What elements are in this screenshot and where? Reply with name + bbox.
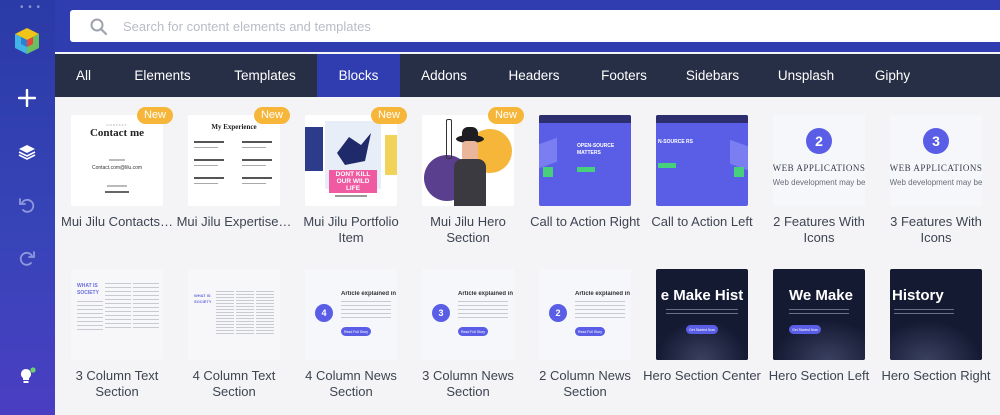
undo-button[interactable] <box>12 190 42 220</box>
thumb-heading: WEB APPLICATIONS <box>890 163 982 173</box>
thumb-heading: History <box>892 287 944 304</box>
tab-elements[interactable]: Elements <box>112 54 213 97</box>
block-title: Call to Action Right <box>530 214 640 229</box>
feature-number: 2 <box>806 128 832 154</box>
block-title: Mui Jilu Hero Section <box>430 214 506 245</box>
block-title: 2 Features With Icons <box>773 214 865 245</box>
block-title: 4 Column Text Section <box>192 368 276 399</box>
drag-grip-icon[interactable]: • • • <box>20 3 41 13</box>
block-title: Hero Section Right <box>881 368 991 383</box>
redo-button[interactable] <box>12 243 42 273</box>
block-thumbnail: N-SOURCE RS <box>656 115 748 206</box>
tab-giphy[interactable]: Giphy <box>855 54 930 97</box>
block-thumbnail <box>422 115 514 206</box>
block-thumbnail: WHAT IS SOCIETY <box>188 269 280 360</box>
tab-templates[interactable]: Templates <box>213 54 317 97</box>
feature-number: 3 <box>923 128 949 154</box>
thumb-heading: Article explained in <box>575 291 631 297</box>
thumb-sub: Web development may be <box>773 178 865 187</box>
layers-button[interactable] <box>12 137 42 167</box>
block-thumbnail: 2 WEB APPLICATIONS Web development may b… <box>773 115 865 206</box>
left-sidebar: • • • <box>0 0 55 415</box>
new-badge: New <box>370 107 407 124</box>
news-number: 2 <box>549 304 567 322</box>
block-thumbnail: OPEN-SOURCE MATTERS <box>539 115 631 206</box>
tab-all[interactable]: All <box>55 54 112 97</box>
thumb-overlay-text: DONT KILL OUR WILD LIFE <box>329 170 377 193</box>
blocks-grid: CONTACT Contact me Contact.com@lilu.com … <box>55 97 1000 415</box>
block-title: 3 Column Text Section <box>75 368 159 399</box>
thumb-button: Read Full Story <box>458 327 488 336</box>
block-title: 2 Column News Section <box>539 368 631 399</box>
thumb-heading: N-SOURCE RS <box>658 139 694 145</box>
thumb-heading: Contact me <box>89 127 145 139</box>
block-thumbnail: We Make Get Started Now <box>773 269 865 360</box>
app-logo-icon <box>15 28 39 54</box>
thumb-button: Get Started Now <box>789 325 821 334</box>
search-box[interactable] <box>70 10 1000 42</box>
thumb-heading: We Make <box>789 287 853 304</box>
redo-icon <box>19 251 35 266</box>
block-thumbnail: DONT KILL OUR WILD LIFE <box>305 115 397 206</box>
block-title: Hero Section Left <box>768 368 870 383</box>
thumb-button: Get Started Now <box>686 325 718 334</box>
block-title: Call to Action Left <box>651 214 753 229</box>
tab-headers[interactable]: Headers <box>488 54 580 97</box>
block-thumbnail: 4 Article explained in Read Full Story <box>305 269 397 360</box>
tab-sidebars[interactable]: Sidebars <box>668 54 757 97</box>
tab-blocks[interactable]: Blocks <box>317 54 400 97</box>
block-title: Mui Jilu Portfolio Item <box>303 214 399 245</box>
search-input[interactable] <box>123 18 883 34</box>
thumb-heading: WHAT IS SOCIETY <box>194 293 212 304</box>
category-tabs: All Elements Templates Blocks Addons Hea… <box>55 54 1000 97</box>
tab-footers[interactable]: Footers <box>580 54 668 97</box>
search-icon <box>90 18 107 35</box>
editor-add-element-panel: • • • All Elements Templa <box>0 0 1000 415</box>
thumb-heading: e Make Hist <box>660 287 744 304</box>
block-title: 3 Features With Icons <box>890 214 982 245</box>
block-thumbnail: My Experience <box>188 115 280 206</box>
thumb-button: Read Full Story <box>341 327 371 336</box>
block-thumbnail: WHAT IS SOCIETY <box>71 269 163 360</box>
block-thumbnail: 2 Article explained in Read Full Story <box>539 269 631 360</box>
hints-button[interactable] <box>12 361 42 391</box>
block-title: 3 Column News Section <box>422 368 514 399</box>
thumb-heading: Article explained in <box>458 291 514 297</box>
block-thumbnail: CONTACT Contact me Contact.com@lilu.com <box>71 115 163 206</box>
layers-icon <box>18 145 36 160</box>
tab-addons[interactable]: Addons <box>400 54 488 97</box>
undo-icon <box>19 198 35 213</box>
block-title: 4 Column News Section <box>305 368 397 399</box>
tab-unsplash[interactable]: Unsplash <box>757 54 855 97</box>
thumb-button: Read Full Story <box>575 327 605 336</box>
block-thumbnail: e Make Hist Get Started Now <box>656 269 748 360</box>
thumb-email: Contact.com@lilu.com <box>91 165 143 171</box>
thumb-heading: My Experience <box>211 123 257 131</box>
block-thumbnail: 3 WEB APPLICATIONS Web development may b… <box>890 115 982 206</box>
block-thumbnail: History <box>890 269 982 360</box>
thumb-heading: WHAT IS SOCIETY <box>77 283 99 296</box>
new-badge: New <box>487 107 524 124</box>
block-title: Hero Section Center <box>643 368 761 383</box>
thumb-heading: OPEN-SOURCE MATTERS <box>577 143 615 156</box>
add-element-button[interactable] <box>12 83 42 113</box>
new-badge: New <box>136 107 173 124</box>
add-element-icon <box>18 89 36 107</box>
thumb-sub: Web development may be <box>890 178 982 187</box>
block-title: Mui Jilu Contacts… <box>61 214 173 229</box>
thumb-heading: WEB APPLICATIONS <box>773 163 865 173</box>
thumb-heading: Article explained in <box>341 291 397 297</box>
new-badge: New <box>253 107 290 124</box>
news-number: 3 <box>432 304 450 322</box>
news-number: 4 <box>315 304 333 322</box>
hints-bulb-icon <box>21 367 36 383</box>
block-thumbnail: 3 Article explained in Read Full Story <box>422 269 514 360</box>
block-title: Mui Jilu Expertise… <box>176 214 292 229</box>
